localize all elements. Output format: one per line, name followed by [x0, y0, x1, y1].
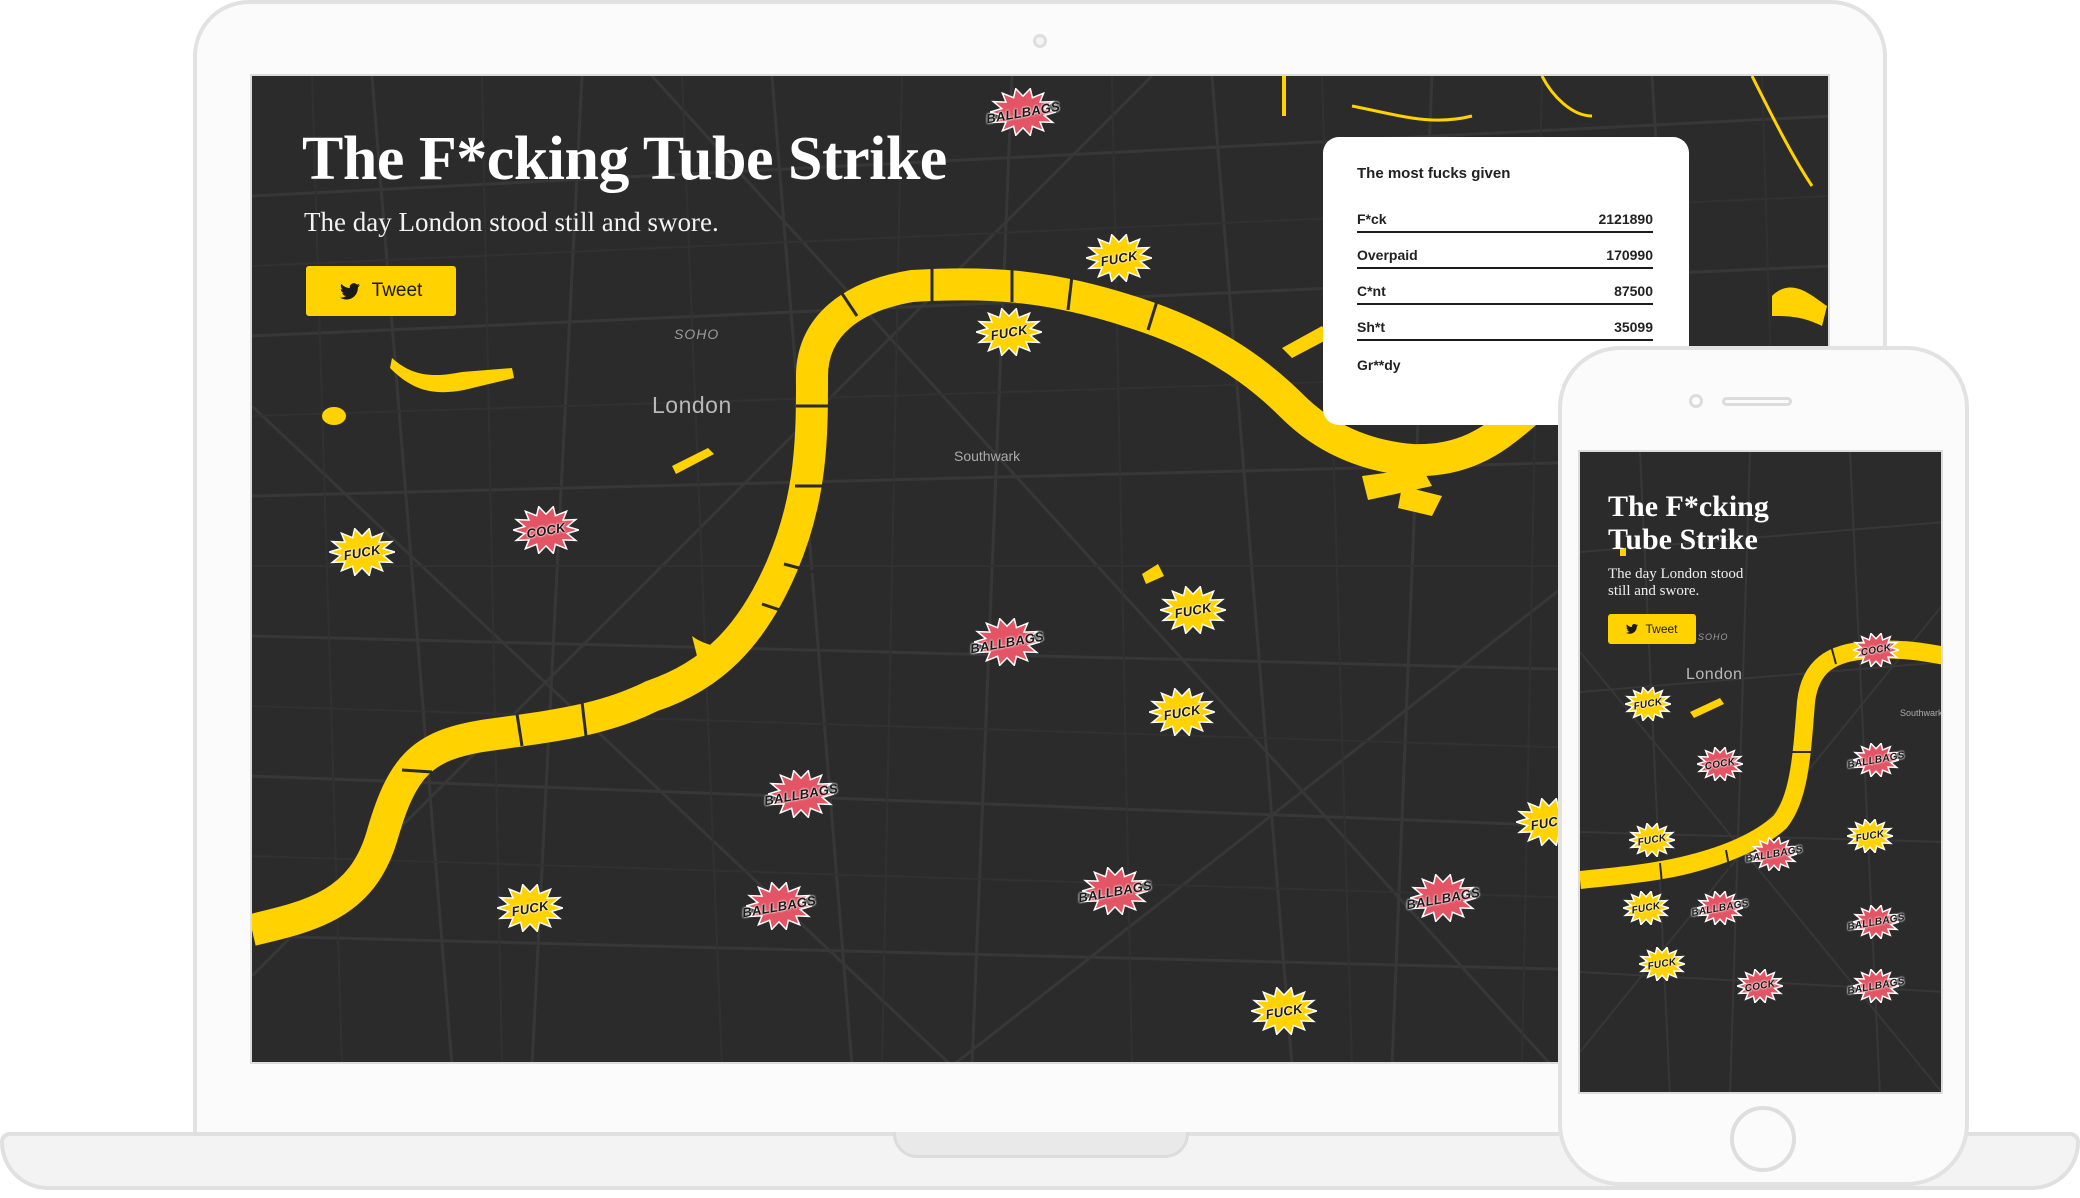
- swear-marker[interactable]: FUCK: [1160, 586, 1226, 634]
- map-label-london: London: [652, 392, 732, 418]
- map-label-soho: SOHO: [674, 326, 720, 342]
- swear-marker[interactable]: BALLBAGS: [763, 770, 839, 818]
- legend-word: Overpaid: [1357, 247, 1418, 263]
- mobile-tweet-button-label: Tweet: [1645, 622, 1678, 636]
- swear-marker[interactable]: FUCK: [976, 308, 1042, 356]
- legend-row: Sh*t 35099: [1357, 308, 1653, 341]
- twitter-bird-icon: [1626, 624, 1639, 634]
- mobile-screen: London SOHO Southwark The F*cking Tube S…: [1578, 450, 1943, 1094]
- legend-word: Gr**dy: [1357, 357, 1401, 373]
- laptop-camera: [1033, 34, 1047, 48]
- swear-marker[interactable]: FUCK: [497, 884, 563, 932]
- swear-marker[interactable]: BALLBAGS: [985, 88, 1061, 136]
- swear-marker[interactable]: COCK: [1737, 969, 1783, 1003]
- swear-marker[interactable]: COCK: [513, 506, 579, 554]
- swear-marker[interactable]: FUCK: [1623, 891, 1669, 925]
- twitter-bird-icon: [339, 282, 360, 299]
- phone-speaker: [1722, 397, 1792, 406]
- phone-home-button[interactable]: [1730, 1106, 1796, 1172]
- swear-marker[interactable]: BALLBAGS: [1405, 874, 1481, 922]
- page-subtitle: The day London stood still and swore.: [304, 207, 719, 237]
- swear-marker[interactable]: COCK: [1853, 633, 1899, 667]
- swear-marker[interactable]: BALLBAGS: [1691, 891, 1749, 925]
- legend-word: Sh*t: [1357, 319, 1385, 335]
- swear-marker[interactable]: FUCK: [1251, 987, 1317, 1035]
- mobile-map-label-london: London: [1686, 666, 1743, 683]
- legend-count: 35099: [1614, 319, 1653, 335]
- mobile-page-title: The F*cking Tube Strike: [1608, 490, 1769, 556]
- swear-marker[interactable]: COCK: [1697, 747, 1743, 781]
- legend-count: 2121890: [1598, 211, 1653, 227]
- legend-row: Overpaid 170990: [1357, 236, 1653, 269]
- tweet-button-label: Tweet: [371, 280, 423, 301]
- swear-marker[interactable]: FUCK: [1629, 823, 1675, 857]
- swear-marker[interactable]: BALLBAGS: [1847, 905, 1905, 939]
- swear-marker[interactable]: BALLBAGS: [1077, 867, 1153, 915]
- legend-count: 170990: [1606, 247, 1653, 263]
- swear-marker[interactable]: FUCK: [1149, 688, 1215, 736]
- tweet-button[interactable]: Tweet: [306, 266, 456, 316]
- mobile-page-subtitle: The day London stood still and swore.: [1608, 566, 1744, 599]
- swear-marker[interactable]: FUCK: [1625, 687, 1671, 721]
- legend-title: The most fucks given: [1357, 165, 1511, 182]
- swear-marker[interactable]: BALLBAGS: [741, 882, 817, 930]
- swear-marker[interactable]: BALLBAGS: [969, 618, 1045, 666]
- legend-word: C*nt: [1357, 283, 1386, 299]
- swear-marker[interactable]: FUCK: [1847, 819, 1893, 853]
- legend-row: F*ck 2121890: [1357, 200, 1653, 233]
- mobile-tweet-button[interactable]: Tweet: [1608, 614, 1696, 644]
- mobile-map-label-soho: SOHO: [1698, 632, 1729, 642]
- map-label-southwark: Southwark: [954, 448, 1021, 464]
- swear-marker[interactable]: BALLBAGS: [1745, 837, 1803, 871]
- swear-marker[interactable]: FUCK: [1639, 947, 1685, 981]
- phone-camera: [1689, 394, 1703, 408]
- swear-marker[interactable]: BALLBAGS: [1847, 743, 1905, 777]
- mobile-map-label-southwark: Southwark: [1900, 708, 1943, 718]
- swear-marker[interactable]: FUCK: [1086, 234, 1152, 282]
- legend-row: C*nt 87500: [1357, 272, 1653, 305]
- laptop-notch: [893, 1132, 1189, 1158]
- page-title: The F*cking Tube Strike: [302, 125, 947, 193]
- legend-count: 87500: [1614, 283, 1653, 299]
- swear-marker[interactable]: FUCK: [329, 528, 395, 576]
- swear-marker[interactable]: BALLBAGS: [1847, 969, 1905, 1003]
- legend-word: F*ck: [1357, 211, 1387, 227]
